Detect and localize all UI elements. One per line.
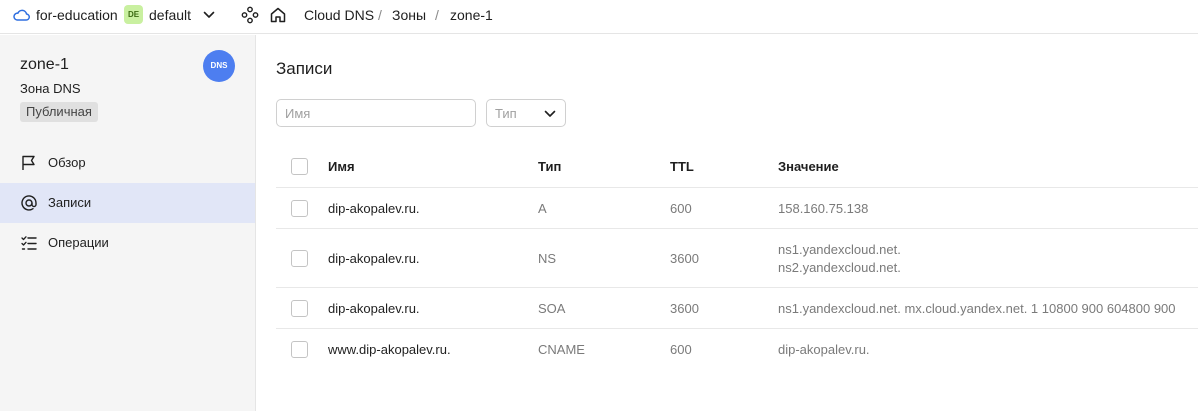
select-all-checkbox[interactable] xyxy=(291,158,308,175)
chevron-down-icon xyxy=(544,110,556,117)
column-header-type[interactable]: Тип xyxy=(538,159,561,174)
list-icon xyxy=(21,236,37,250)
flag-icon xyxy=(22,155,35,170)
name-filter-input[interactable] xyxy=(276,99,476,127)
folder-name[interactable]: default xyxy=(149,7,191,23)
breadcrumb-separator: / xyxy=(378,7,382,23)
record-ttl: 3600 xyxy=(670,301,699,316)
row-divider xyxy=(276,287,1198,288)
breadcrumb-zone: zone-1 xyxy=(450,7,493,23)
record-name: dip-akopalev.ru. xyxy=(328,301,420,316)
sidebar: zone-1 Зона DNS Публичная DNS Обзор Запи… xyxy=(0,35,256,411)
org-name[interactable]: for-education xyxy=(36,7,118,23)
record-name: www.dip-akopalev.ru. xyxy=(328,342,451,357)
row-checkbox[interactable] xyxy=(291,300,308,317)
sidebar-item-records[interactable]: Записи xyxy=(0,183,255,223)
breadcrumb-cloud-dns[interactable]: Cloud DNS xyxy=(304,7,374,23)
folder-badge: DE xyxy=(124,5,143,24)
record-type: NS xyxy=(538,251,557,266)
type-filter-placeholder: Тип xyxy=(495,106,517,121)
column-header-ttl[interactable]: TTL xyxy=(670,159,694,174)
record-ttl: 600 xyxy=(670,342,692,357)
page-title: Записи xyxy=(276,59,333,78)
column-header-value[interactable]: Значение xyxy=(778,159,839,174)
record-ttl: 600 xyxy=(670,201,692,216)
record-type: A xyxy=(538,201,547,216)
record-value: 158.160.75.138 xyxy=(778,201,869,216)
row-checkbox[interactable] xyxy=(291,250,308,267)
sidebar-item-operations[interactable]: Операции xyxy=(0,223,255,263)
record-value: dip-akopalev.ru. xyxy=(778,342,870,357)
sidebar-item-label: Операции xyxy=(48,235,109,250)
breadcrumb-zones[interactable]: Зоны xyxy=(392,7,426,23)
row-divider xyxy=(276,228,1198,229)
record-name: dip-akopalev.ru. xyxy=(328,251,420,266)
row-checkbox[interactable] xyxy=(291,200,308,217)
breadcrumb-separator: / xyxy=(435,7,439,23)
row-divider xyxy=(276,187,1198,188)
record-ttl: 3600 xyxy=(670,251,699,266)
record-type: CNAME xyxy=(538,342,585,357)
services-icon[interactable] xyxy=(241,6,259,24)
cloud-icon[interactable] xyxy=(12,7,30,23)
record-name: dip-akopalev.ru. xyxy=(328,201,420,216)
dns-service-icon: DNS xyxy=(203,50,235,82)
row-checkbox[interactable] xyxy=(291,341,308,358)
sidebar-item-overview[interactable]: Обзор xyxy=(0,143,255,183)
resource-type: Зона DNS xyxy=(20,81,81,96)
top-bar: for-education DE default Cloud DNS / Зон… xyxy=(0,0,1198,34)
column-header-name[interactable]: Имя xyxy=(328,159,355,174)
sidebar-item-label: Записи xyxy=(48,195,92,210)
chevron-down-icon[interactable] xyxy=(202,8,216,22)
at-icon xyxy=(21,195,37,211)
resource-title: zone-1 xyxy=(20,56,69,73)
record-value: ns2.yandexcloud.net. xyxy=(778,260,901,275)
home-icon[interactable] xyxy=(269,6,287,24)
record-value: ns1.yandexcloud.net. xyxy=(778,242,901,257)
record-value: ns1.yandexcloud.net. mx.cloud.yandex.net… xyxy=(778,301,1176,316)
visibility-badge: Публичная xyxy=(20,102,98,122)
record-type: SOA xyxy=(538,301,566,316)
row-divider xyxy=(276,328,1198,329)
sidebar-item-label: Обзор xyxy=(48,155,86,170)
type-filter-select[interactable]: Тип xyxy=(486,99,566,127)
